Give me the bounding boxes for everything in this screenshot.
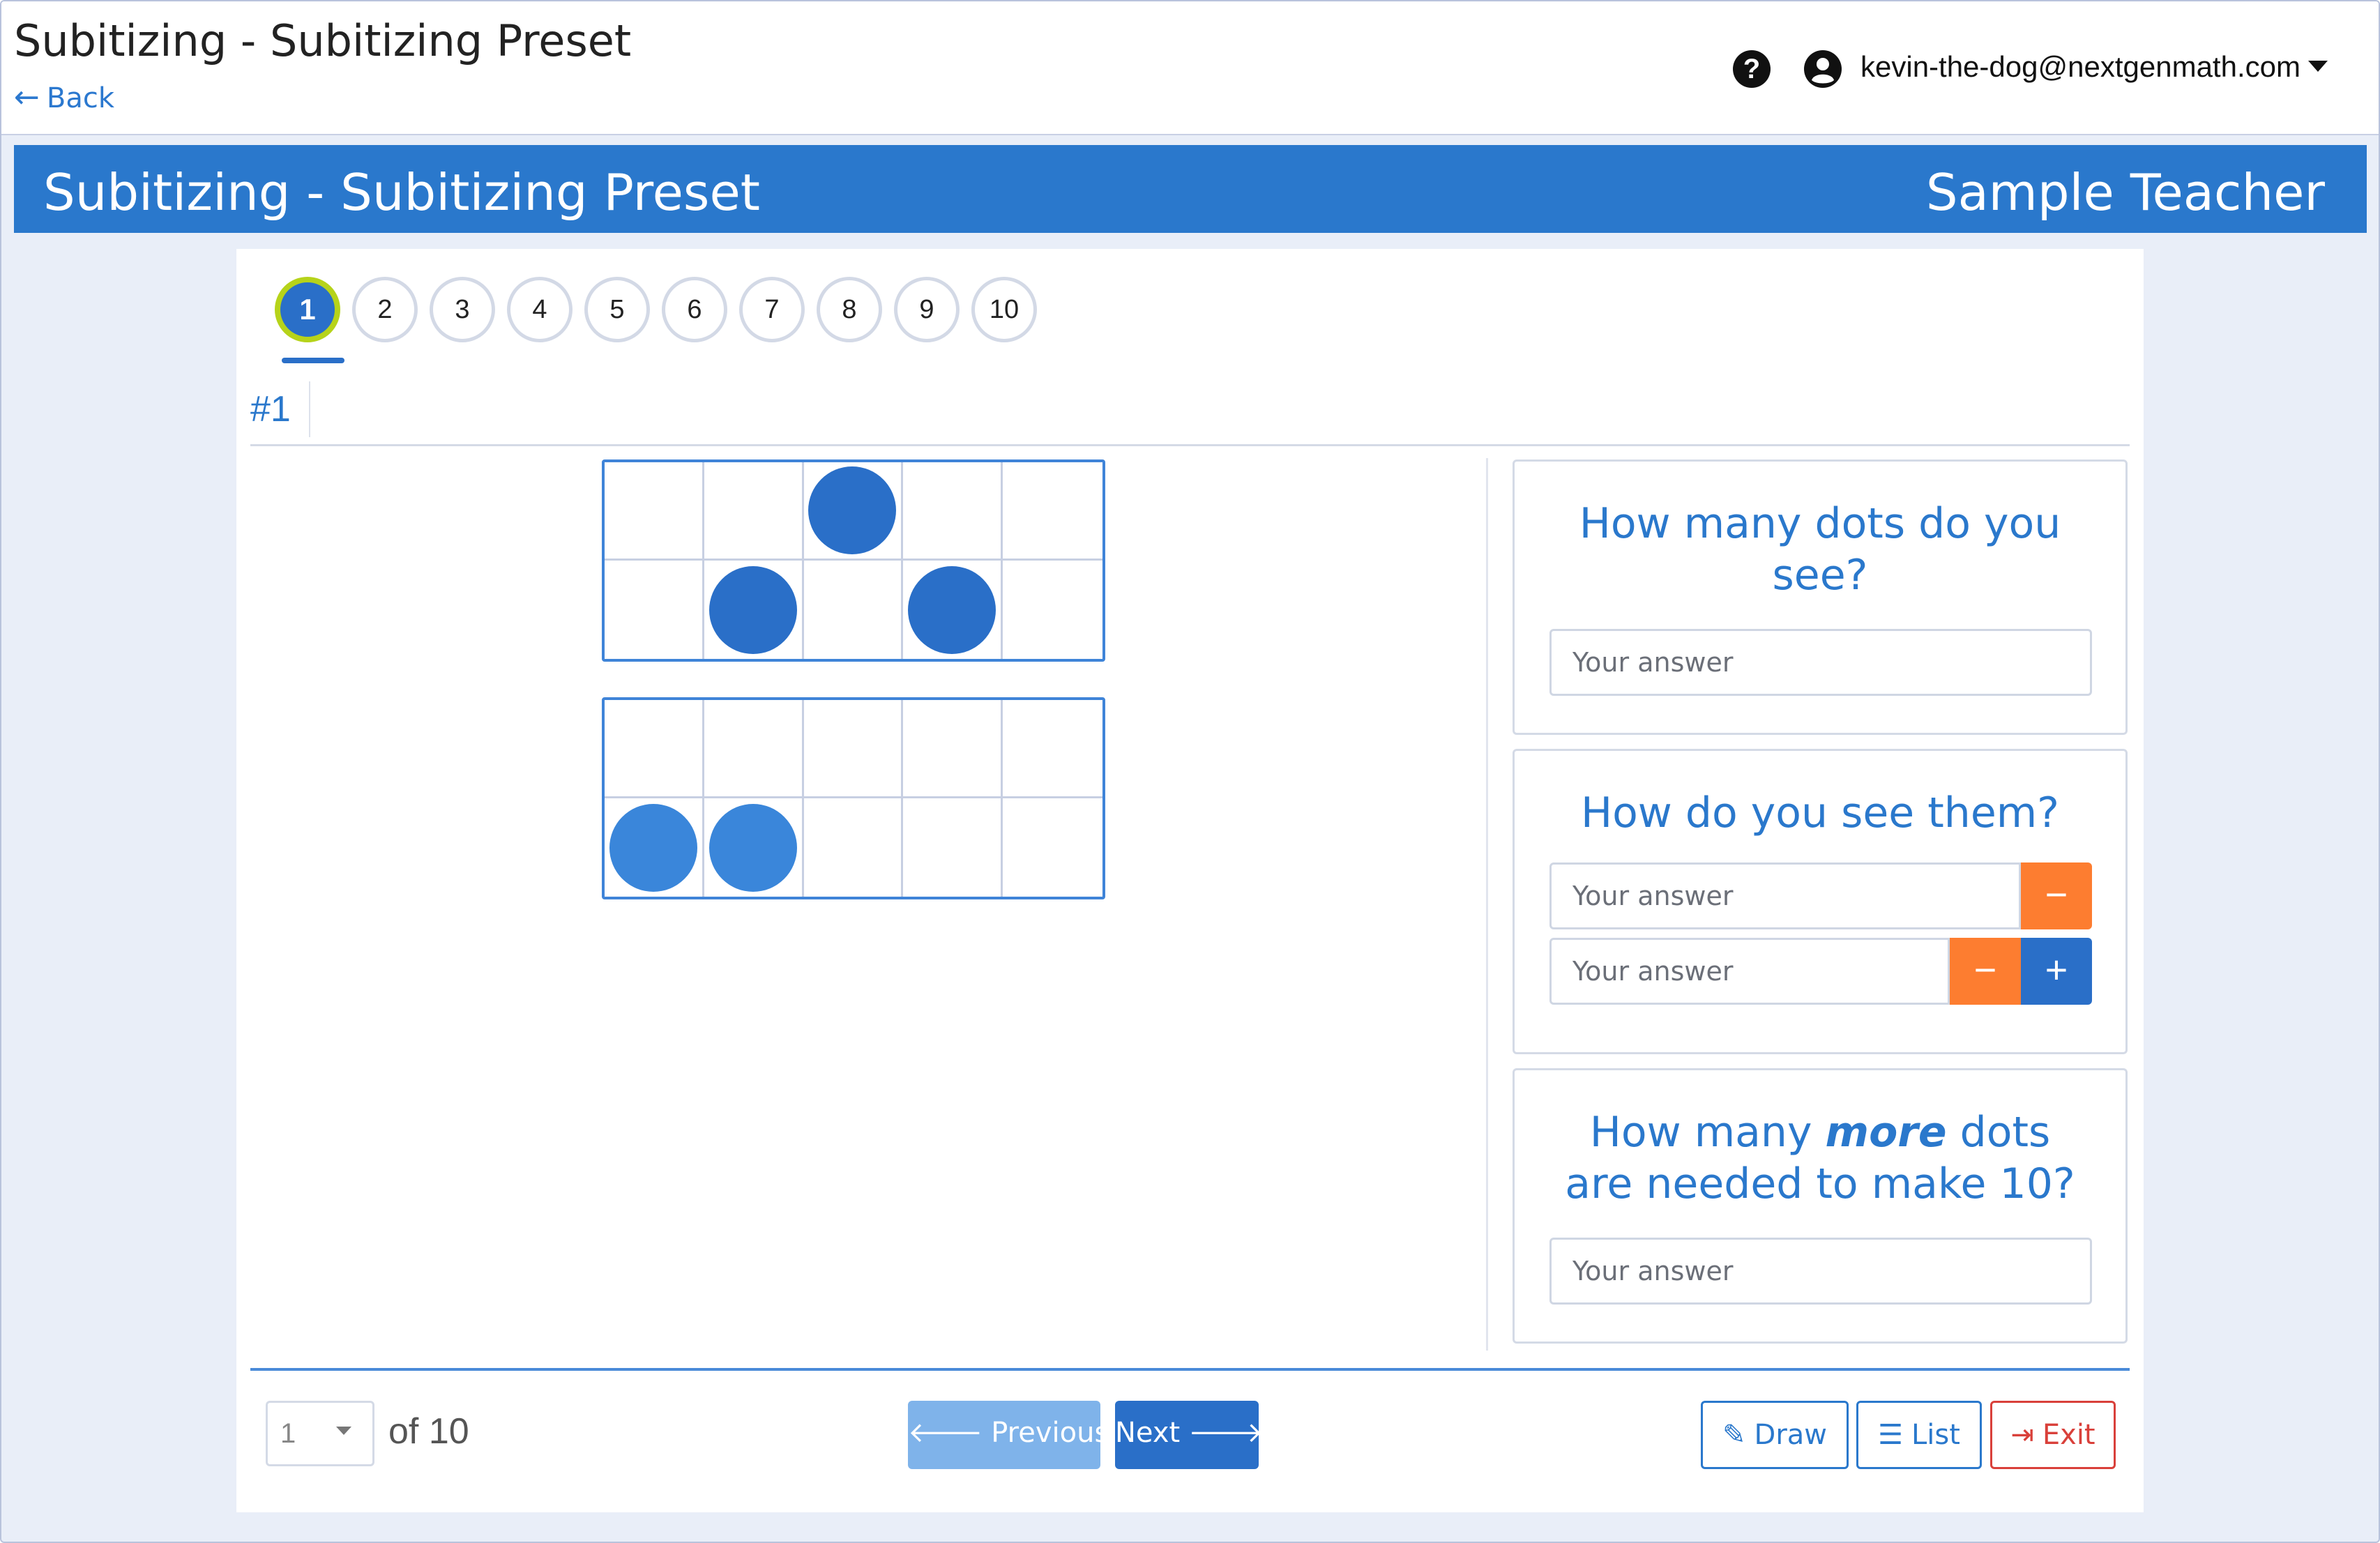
question-nav-item-1[interactable]: 1: [275, 277, 340, 342]
ten-frame-cell: [605, 561, 704, 659]
next-label: Next: [1115, 1417, 1181, 1449]
question-card-count: How many dots do you see?: [1513, 459, 2128, 735]
previous-label: Previous: [991, 1417, 1109, 1449]
answer-input-2[interactable]: [1549, 938, 1950, 1005]
exit-button[interactable]: ⇥ Exit: [1990, 1401, 2116, 1469]
page-select-value: 1: [280, 1418, 296, 1449]
question-nav-item-6[interactable]: 6: [662, 277, 727, 342]
page-select[interactable]: 1: [266, 1401, 374, 1466]
ten-frame-cell: [804, 561, 904, 659]
ten-frame-cell: [1003, 561, 1102, 659]
ten-frame-top: [602, 459, 1105, 662]
label-divider: [309, 381, 310, 437]
question-nav-item-7[interactable]: 7: [739, 277, 805, 342]
counter-dot: [908, 565, 996, 654]
top-header: Subitizing - Subitizing Preset ← Back ? k…: [1, 1, 2379, 135]
list-button[interactable]: ☰ List: [1856, 1401, 1982, 1469]
back-label: Back: [46, 82, 114, 114]
banner-title: Subitizing - Subitizing Preset: [43, 163, 760, 222]
ten-frame-cell: [605, 700, 704, 798]
answer-input-1[interactable]: [1549, 862, 2021, 929]
answer-input[interactable]: [1549, 1238, 2092, 1305]
app-window: Subitizing - Subitizing Preset ← Back ? k…: [0, 0, 2380, 1543]
arrow-right-icon: 🡒: [1188, 1417, 1264, 1449]
user-circle-icon[interactable]: [1804, 50, 1842, 88]
question-text-part: How many: [1589, 1108, 1826, 1157]
ten-frame-cell: [1003, 798, 1102, 897]
question-nav-item-8[interactable]: 8: [817, 277, 882, 342]
draw-label: Draw: [1754, 1419, 1827, 1451]
next-button[interactable]: Next 🡒: [1115, 1401, 1263, 1469]
ten-frame-cell: [704, 561, 804, 659]
arrow-left-icon: ←: [14, 79, 40, 115]
app-title: Subitizing - Subitizing Preset: [14, 15, 632, 66]
counter-dot: [609, 803, 697, 892]
question-card-make-ten: How many more dots are needed to make 10…: [1513, 1068, 2128, 1344]
question-nav-item-3[interactable]: 3: [430, 277, 495, 342]
ten-frame-cell: [903, 798, 1003, 897]
question-text-emphasis: more: [1825, 1108, 1947, 1157]
ten-frame-cell: [704, 798, 804, 897]
assignment-banner: Subitizing - Subitizing Preset Sample Te…: [14, 145, 2367, 233]
ten-frame-cell: [1003, 462, 1102, 561]
footer-divider: [250, 1368, 2130, 1371]
ten-frame-cell: [903, 561, 1003, 659]
header-divider: [250, 444, 2130, 446]
user-email[interactable]: kevin-the-dog@nextgenmath.com: [1860, 50, 2301, 84]
question-nav-item-9[interactable]: 9: [894, 277, 960, 342]
ten-frame-cell: [605, 798, 704, 897]
pencil-icon: ✎: [1722, 1419, 1746, 1451]
ten-frame-bottom: [602, 697, 1105, 899]
page-total: of 10: [388, 1411, 469, 1452]
exit-label: Exit: [2042, 1419, 2095, 1451]
answer-input[interactable]: [1549, 629, 2092, 696]
counter-dot: [708, 803, 797, 892]
ten-frame-cell: [803, 700, 904, 798]
draw-button[interactable]: ✎ Draw: [1701, 1401, 1849, 1469]
previous-button[interactable]: 🡐 Previous: [908, 1401, 1109, 1469]
current-question-label: #1: [250, 389, 291, 430]
list-icon: ☰: [1878, 1419, 1903, 1451]
question-text: How many dots do you see?: [1579, 499, 2061, 600]
question-nav-item-2[interactable]: 2: [352, 277, 418, 342]
active-question-indicator: [282, 358, 344, 363]
ten-frame-cell: [803, 462, 904, 561]
ten-frame-cell: [704, 700, 804, 798]
remove-answer-button[interactable]: −: [2021, 862, 2092, 929]
ten-frame-cell: [1003, 700, 1102, 798]
question-text: How do you see them?: [1580, 789, 2060, 837]
sign-out-icon: ⇥: [2010, 1419, 2034, 1451]
ten-frame-cell: [903, 700, 1003, 798]
ten-frame-cell: [704, 462, 804, 561]
help-icon[interactable]: ?: [1733, 50, 1771, 88]
remove-answer-button[interactable]: −: [1950, 938, 2021, 1005]
arrow-left-icon: 🡐: [908, 1417, 983, 1449]
question-card-how-see: How do you see them? − − +: [1513, 749, 2128, 1054]
teacher-name: Sample Teacher: [1925, 163, 2325, 222]
question-nav-item-5[interactable]: 5: [584, 277, 650, 342]
question-text: How many more dots are needed to make 10…: [1515, 1070, 2125, 1210]
caret-down-icon[interactable]: [2308, 61, 2328, 72]
counter-dot: [708, 565, 797, 654]
ten-frame-cell: [903, 462, 1003, 561]
back-link[interactable]: ← Back: [14, 79, 114, 115]
counter-dot: [808, 466, 897, 554]
caret-down-icon: [336, 1427, 351, 1435]
column-divider: [1486, 458, 1488, 1351]
add-answer-button[interactable]: +: [2021, 938, 2092, 1005]
ten-frame-cell: [804, 798, 904, 897]
main-panel: 1 2 3 4 5 6 7 8 9 10 #1 How many dots do…: [236, 249, 2144, 1512]
question-nav-item-4[interactable]: 4: [507, 277, 573, 342]
ten-frame-cell: [605, 462, 704, 561]
question-nav-item-10[interactable]: 10: [971, 277, 1037, 342]
list-label: List: [1911, 1419, 1960, 1451]
